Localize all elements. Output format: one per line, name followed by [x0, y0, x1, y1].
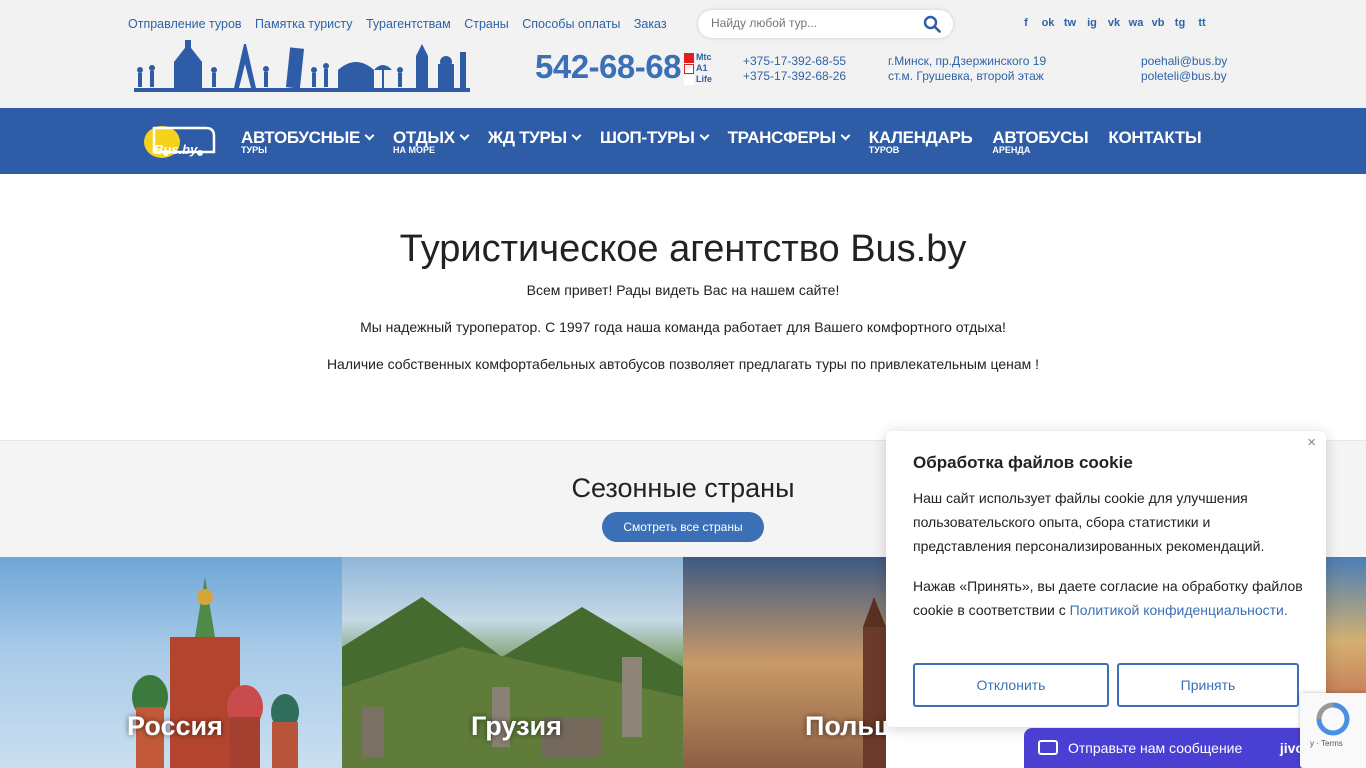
- address-line-1: г.Минск, пр.Дзержинского 19: [888, 54, 1047, 68]
- privacy-policy-link[interactable]: Политикой конфиденциальности.: [1070, 602, 1288, 618]
- facebook-icon[interactable]: f: [1018, 15, 1034, 31]
- chevron-down-icon: [699, 130, 710, 141]
- vk-icon[interactable]: vk: [1106, 15, 1122, 31]
- phone-operators: Mtc A1 Life: [684, 52, 718, 86]
- instagram-icon[interactable]: ig: [1084, 15, 1100, 31]
- search-box: [698, 10, 953, 38]
- mail-icon: [1038, 740, 1058, 755]
- nav-bus-rental[interactable]: АВТОБУСЫ АРЕНДА: [992, 128, 1088, 162]
- country-card-russia[interactable]: Россия: [0, 557, 342, 768]
- top-link-memo[interactable]: Памятка туристу: [255, 17, 352, 31]
- chevron-down-icon: [459, 130, 470, 141]
- close-icon[interactable]: ×: [1307, 434, 1316, 451]
- top-link-bus-order[interactable]: Заказ автобуса: [634, 17, 668, 31]
- top-link-countries[interactable]: Страны: [464, 17, 509, 31]
- search-icon[interactable]: [923, 15, 941, 33]
- nav-sea-rest[interactable]: ОТДЫХ НА МОРЕ: [393, 128, 470, 162]
- nav-shop-tours[interactable]: ШОП-ТУРЫ: [600, 128, 710, 162]
- twitter-icon[interactable]: tw: [1062, 15, 1078, 31]
- page-title: Туристическое агентство Bus.by: [399, 228, 967, 270]
- social-links: f ok tw ig vk wa vb tg tt: [1018, 15, 1210, 31]
- cookie-title: Обработка файлов cookie: [913, 453, 1133, 472]
- top-links: Отправление туров Памятка туристу Тураге…: [128, 17, 668, 33]
- email-1[interactable]: poehali@bus.by: [1141, 54, 1227, 69]
- main-phone[interactable]: 542-68-68: [535, 48, 681, 86]
- decline-button[interactable]: Отклонить: [913, 663, 1109, 707]
- hero-text-2: Наличие собственных комфортабельных авто…: [326, 356, 1040, 372]
- jivo-label: Отправьте нам сообщение: [1068, 740, 1243, 756]
- nav-items: АВТОБУСНЫЕ ТУРЫ ОТДЫХ НА МОРЕ ЖД ТУРЫ ШОП-…: [241, 128, 1221, 162]
- odnoklassniki-icon[interactable]: ok: [1040, 15, 1056, 31]
- recaptcha-icon: [1316, 702, 1350, 736]
- hero-greeting: Всем привет! Рады видеть Вас на нашем са…: [526, 282, 840, 298]
- mts-icon: [684, 52, 694, 63]
- nav-rail-tours[interactable]: ЖД ТУРЫ: [488, 128, 582, 162]
- all-countries-button[interactable]: Смотреть все страны: [602, 512, 764, 542]
- nav-bus-tours[interactable]: АВТОБУСНЫЕ ТУРЫ: [241, 128, 375, 162]
- bus-by-logo[interactable]: Bus.by: [140, 120, 220, 164]
- country-name: Россия: [127, 711, 223, 741]
- country-name: Польша: [805, 711, 886, 741]
- nav-transfers[interactable]: ТРАНСФЕРЫ: [728, 128, 851, 162]
- top-link-departures[interactable]: Отправление туров: [128, 17, 242, 31]
- phone-line-1[interactable]: +375-17-392-68-55: [743, 54, 846, 69]
- nav-calendar[interactable]: КАЛЕНДАРЬ ТУРОВ: [869, 128, 973, 162]
- search-input[interactable]: [711, 16, 911, 30]
- cookie-consent-text: Нажав «Принять», вы даете согласие на об…: [913, 578, 1303, 618]
- jivo-chat-widget[interactable]: Отправьте нам сообщение jivo: [1024, 728, 1326, 768]
- chevron-down-icon: [571, 130, 582, 141]
- address-line-2: ст.м. Грушевка, второй этаж: [888, 69, 1044, 83]
- landmarks-skyline-logo[interactable]: [134, 40, 470, 92]
- office-address: г.Минск, пр.Дзержинского 19 ст.м. Грушев…: [888, 54, 1046, 84]
- recaptcha-terms[interactable]: y · Terms: [1310, 739, 1343, 748]
- hero-text-1: Мы надежный туроператор. С 1997 года наш…: [360, 319, 1006, 335]
- nav-contacts[interactable]: КОНТАКТЫ: [1108, 128, 1201, 162]
- chevron-down-icon: [364, 130, 375, 141]
- email-2[interactable]: poleteli@bus.by: [1141, 69, 1227, 84]
- hero-section: Туристическое агентство Bus.by Всем прив…: [0, 174, 1366, 440]
- accept-button[interactable]: Принять: [1117, 663, 1299, 707]
- logo-text: Bus.by: [154, 142, 198, 157]
- country-card-georgia[interactable]: Грузия: [342, 557, 683, 768]
- country-name: Грузия: [471, 711, 562, 741]
- telegram-icon[interactable]: tg: [1172, 15, 1188, 31]
- tiktok-icon[interactable]: tt: [1194, 15, 1210, 31]
- top-link-payment[interactable]: Способы оплаты: [522, 17, 620, 31]
- top-link-agencies[interactable]: Турагентствам: [366, 17, 451, 31]
- life-icon: [684, 74, 694, 85]
- recaptcha-badge[interactable]: y · Terms: [1300, 693, 1366, 768]
- cookie-text: Наш сайт использует файлы cookie для улу…: [913, 490, 1265, 554]
- country-card-poland[interactable]: Польша: [683, 557, 886, 768]
- phone-line-2[interactable]: +375-17-392-68-26: [743, 69, 846, 84]
- viber-icon[interactable]: vb: [1150, 15, 1166, 31]
- whatsapp-icon[interactable]: wa: [1128, 15, 1144, 31]
- a1-icon: [684, 63, 694, 74]
- phone-lines: +375-17-392-68-55 +375-17-392-68-26: [743, 54, 846, 84]
- main-nav: Bus.by АВТОБУСНЫЕ ТУРЫ ОТДЫХ НА МОРЕ ЖД ТУ…: [0, 108, 1366, 174]
- header: Отправление туров Памятка туристу Тураге…: [0, 0, 1366, 108]
- chevron-down-icon: [840, 130, 851, 141]
- email-links: poehali@bus.by poleteli@bus.by: [1141, 54, 1227, 84]
- cookie-dialog: × Обработка файлов cookie Наш сайт испол…: [886, 431, 1326, 727]
